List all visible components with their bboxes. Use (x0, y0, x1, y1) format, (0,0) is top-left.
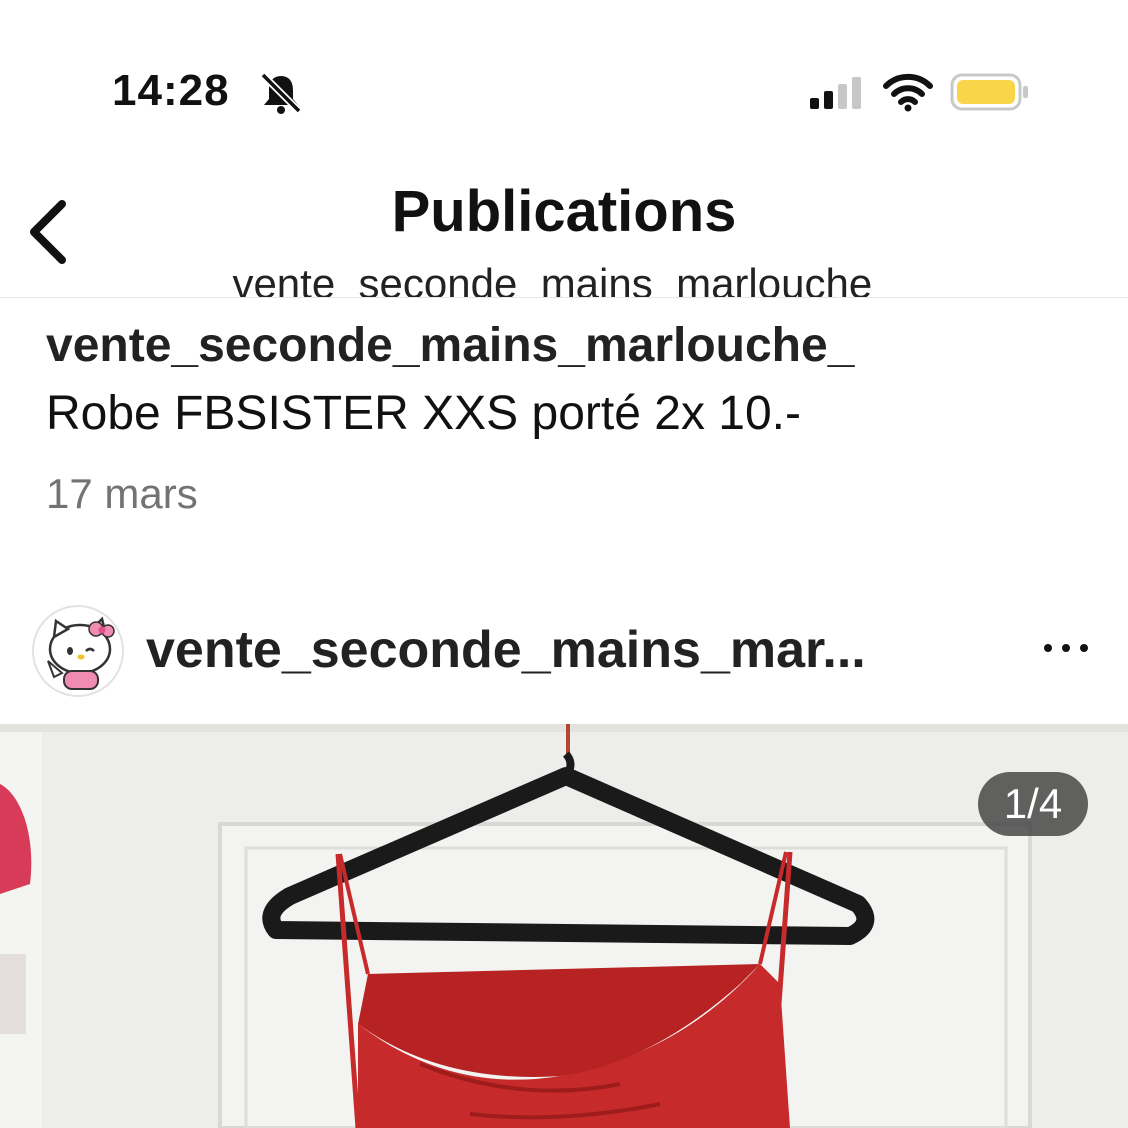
battery-icon (950, 73, 1028, 111)
bell-off-icon (260, 72, 302, 114)
status-time: 14:28 (112, 66, 230, 115)
caption-text: Robe FBSISTER XXS porté 2x 10.- (46, 387, 801, 440)
hello-kitty-avatar-icon (47, 616, 115, 690)
more-horizontal-icon (1044, 644, 1088, 652)
wifi-icon (883, 73, 933, 112)
caption-date: 17 mars (46, 470, 198, 517)
image-counter-badge: 1/4 (978, 772, 1088, 836)
page-title: Publications (391, 179, 737, 244)
page-subtitle: vente_seconde_mains_marlouche_ (232, 260, 896, 298)
post-image[interactable] (0, 724, 1128, 1128)
header-divider (0, 297, 1128, 298)
more-options-button[interactable] (1040, 626, 1092, 670)
cellular-signal-icon (810, 77, 861, 109)
red-dress-on-hanger-image (0, 724, 1128, 1128)
avatar[interactable] (32, 605, 124, 697)
caption-username[interactable]: vente_seconde_mains_marlouche_ (46, 318, 854, 373)
post-username[interactable]: vente_seconde_mains_mar... (146, 620, 866, 680)
